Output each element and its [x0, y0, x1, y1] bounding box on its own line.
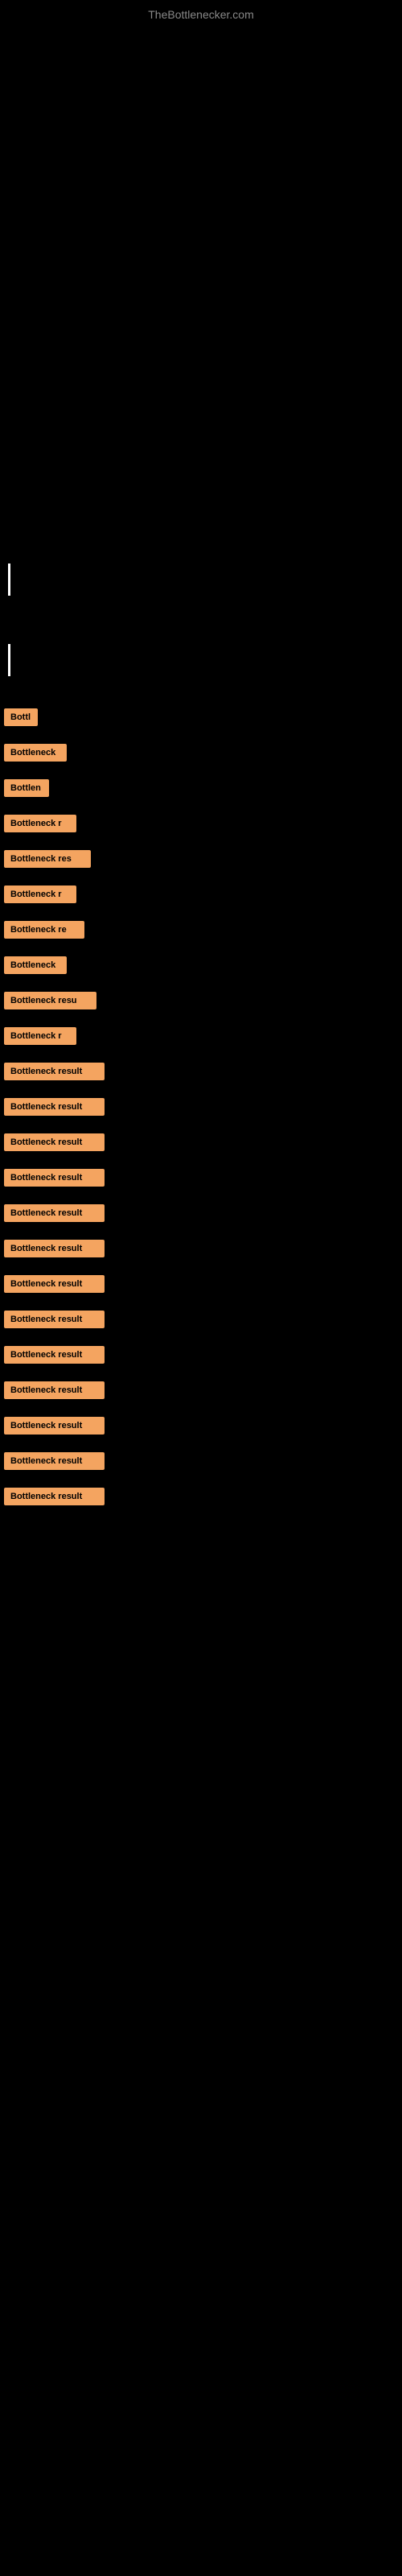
cursor-indicator-1 — [8, 564, 10, 596]
bottleneck-result-badge[interactable]: Bottleneck r — [4, 1027, 76, 1045]
result-row: Bottleneck result — [0, 1232, 402, 1265]
result-row: Bottleneck result — [0, 1161, 402, 1195]
result-row: Bottleneck r — [0, 807, 402, 840]
result-row: Bottleneck result — [0, 1444, 402, 1478]
bottleneck-result-badge[interactable]: Bottleneck result — [4, 1346, 105, 1364]
bottleneck-result-badge[interactable]: Bottleneck res — [4, 850, 91, 868]
result-row: Bottleneck result — [0, 1480, 402, 1513]
bottleneck-result-badge[interactable]: Bottleneck result — [4, 1169, 105, 1187]
result-row: Bottleneck res — [0, 842, 402, 876]
result-row: Bottleneck result — [0, 1090, 402, 1124]
bottleneck-result-badge[interactable]: Bottleneck result — [4, 1275, 105, 1293]
result-row: Bottl — [0, 700, 402, 734]
bottleneck-result-badge[interactable]: Bottleneck result — [4, 1488, 105, 1505]
chart-area — [0, 29, 402, 512]
bottleneck-result-badge[interactable]: Bottleneck result — [4, 1240, 105, 1257]
bottleneck-result-badge[interactable]: Bottleneck result — [4, 1098, 105, 1116]
bottleneck-result-badge[interactable]: Bottl — [4, 708, 38, 726]
results-container: Bottl Bottleneck Bottlen Bottleneck r Bottle… — [0, 700, 402, 1515]
result-row: Bottleneck resu — [0, 984, 402, 1018]
bottleneck-result-badge[interactable]: Bottleneck result — [4, 1311, 105, 1328]
bottleneck-result-badge[interactable]: Bottleneck r — [4, 886, 76, 903]
result-row: Bottleneck result — [0, 1196, 402, 1230]
result-row: Bottlen — [0, 771, 402, 805]
result-row: Bottleneck result — [0, 1373, 402, 1407]
bottleneck-result-badge[interactable]: Bottleneck r — [4, 815, 76, 832]
result-row: Bottleneck result — [0, 1267, 402, 1301]
result-row: Bottleneck result — [0, 1409, 402, 1443]
result-row: Bottleneck r — [0, 877, 402, 911]
result-row: Bottleneck result — [0, 1055, 402, 1088]
cursor-indicator-2 — [8, 644, 10, 676]
bottleneck-result-badge[interactable]: Bottleneck result — [4, 1063, 105, 1080]
bottleneck-result-badge[interactable]: Bottleneck resu — [4, 992, 96, 1009]
bottleneck-result-badge[interactable]: Bottleneck result — [4, 1204, 105, 1222]
bottleneck-result-badge[interactable]: Bottleneck — [4, 744, 67, 762]
bottleneck-result-badge[interactable]: Bottlen — [4, 779, 49, 797]
bottleneck-result-badge[interactable]: Bottleneck result — [4, 1381, 105, 1399]
result-row: Bottleneck re — [0, 913, 402, 947]
bottleneck-result-badge[interactable]: Bottleneck result — [4, 1452, 105, 1470]
result-row: Bottleneck — [0, 948, 402, 982]
result-row: Bottleneck r — [0, 1019, 402, 1053]
result-row: Bottleneck result — [0, 1338, 402, 1372]
site-title: TheBottlenecker.com — [0, 0, 402, 29]
result-row: Bottleneck — [0, 736, 402, 770]
result-row: Bottleneck result — [0, 1125, 402, 1159]
bottleneck-result-badge[interactable]: Bottleneck result — [4, 1133, 105, 1151]
bottleneck-result-badge[interactable]: Bottleneck result — [4, 1417, 105, 1435]
bottleneck-result-badge[interactable]: Bottleneck — [4, 956, 67, 974]
bottleneck-result-badge[interactable]: Bottleneck re — [4, 921, 84, 939]
result-row: Bottleneck result — [0, 1302, 402, 1336]
